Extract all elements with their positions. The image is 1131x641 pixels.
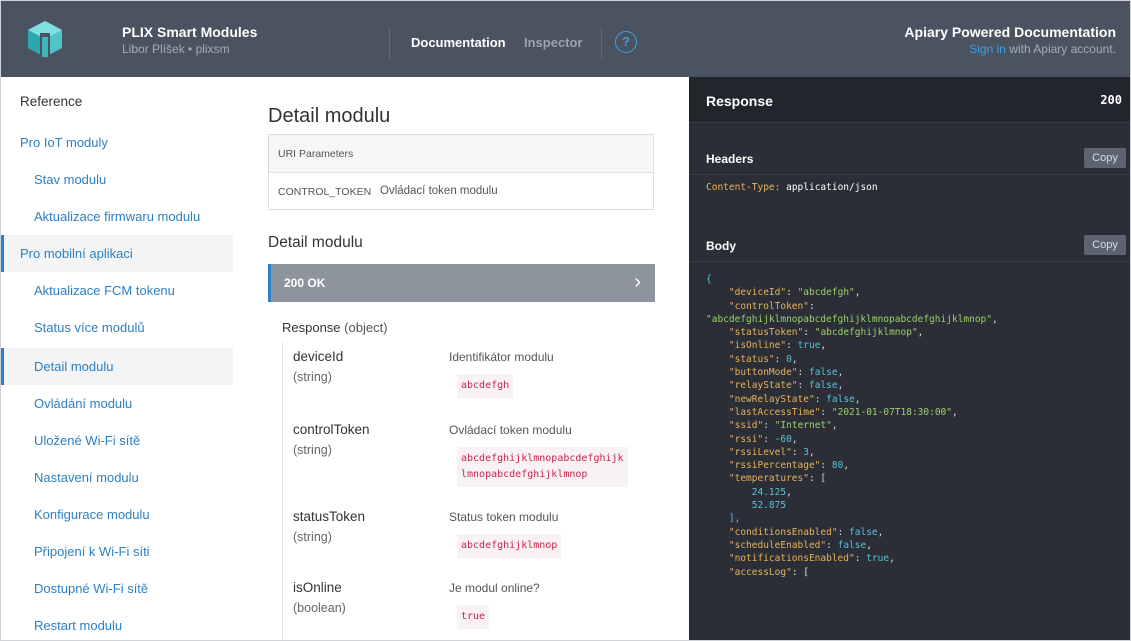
nav-inspector[interactable]: Inspector xyxy=(524,35,583,50)
attribute-type: (string) xyxy=(293,443,332,457)
code-line: "temperatures": [ xyxy=(728,473,827,485)
uri-parameters-heading: URI Parameters xyxy=(269,135,653,173)
attribute-sample-value: abcdefghijklmnop xyxy=(457,534,562,558)
attribute-name: statusToken xyxy=(293,509,366,524)
attribute-desc: Status token modulu xyxy=(449,510,559,524)
attribute-desc: Je modul online? xyxy=(449,581,540,595)
code-line: "rssiLevel": 3, xyxy=(728,446,815,458)
response-panel-header: Response 200 xyxy=(689,77,1130,123)
attribute-name: controlToken xyxy=(293,422,370,437)
app-window: PLIX Smart Modules Libor Plíšek • plixsm… xyxy=(0,0,1131,641)
headers-section-header: Headers Copy xyxy=(689,139,1130,175)
attributes-guide-line xyxy=(282,342,283,640)
code-line: "isOnline": true, xyxy=(728,340,827,352)
attribute-sample-value: abcdefghijklmnopabcdefghijk lmnopabcdefgh… xyxy=(457,447,628,487)
sidebar-item-aktualizace-firmwaru[interactable]: Aktualizace firmwaru modulu xyxy=(1,198,233,235)
sidebar-group-iot[interactable]: Pro IoT moduly xyxy=(1,124,233,161)
response-header-line: Content-Type: application/json xyxy=(706,182,878,193)
app-title: PLIX Smart Modules xyxy=(122,24,258,40)
uri-parameters-table: URI Parameters CONTROL_TOKEN Ovládací to… xyxy=(268,134,654,210)
sidebar: Reference Pro IoT moduly Stav modulu Akt… xyxy=(1,77,233,640)
action-title: Detail modulu xyxy=(268,234,363,251)
code-line: "rssiPercentage": 80, xyxy=(728,460,850,472)
attribute-name: isOnline xyxy=(293,580,342,595)
attribute-desc: Ovládací token modulu xyxy=(449,423,572,437)
code-line: "rssi": -60, xyxy=(728,433,798,445)
attribute-desc: Identifikátor modulu xyxy=(449,350,554,364)
signin-text: Sign in with Apiary account. xyxy=(969,42,1116,56)
powered-by-label: Apiary Powered Documentation xyxy=(904,24,1116,40)
code-line: { xyxy=(706,274,712,285)
sidebar-item-fcm-token[interactable]: Aktualizace FCM tokenu xyxy=(1,272,233,309)
response-status-code: 200 xyxy=(1100,93,1122,107)
code-line: "status": 0, xyxy=(728,353,798,365)
sidebar-item-status-vice-modulu[interactable]: Status více modulů xyxy=(1,309,233,346)
page-title: Detail modulu xyxy=(268,105,391,127)
code-line: "scheduleEnabled": false, xyxy=(728,539,872,551)
signin-rest: with Apiary account. xyxy=(1005,42,1116,56)
attribute-sample-value: abcdefgh xyxy=(457,374,514,398)
sidebar-item-nastaveni-modulu[interactable]: Nastavení modulu xyxy=(1,459,233,496)
code-line: "newRelayState": false, xyxy=(728,393,861,405)
plix-logo-icon xyxy=(28,21,62,57)
sidebar-item-ovladani-modulu[interactable]: Ovládání modulu xyxy=(1,385,233,422)
sidebar-item-pripojeni-wifi[interactable]: Připojení k Wi-Fi síti xyxy=(1,533,233,570)
code-line: ], xyxy=(706,513,741,525)
chevron-right-icon: › xyxy=(634,271,641,293)
code-line: "deviceId": "abcdefgh", xyxy=(728,287,861,299)
headers-title: Headers xyxy=(706,152,754,166)
attribute-type: (string) xyxy=(293,370,332,384)
sidebar-item-detail-modulu[interactable]: Detail modulu xyxy=(1,348,233,385)
code-line: 52.875 xyxy=(751,500,787,512)
signin-link[interactable]: Sign in xyxy=(969,42,1006,56)
attribute-name: deviceId xyxy=(293,349,344,364)
response-panel: Response 200 Headers Copy Content-Type: … xyxy=(689,77,1130,640)
code-line: "statusToken": "abcdefghijklmnop", xyxy=(728,327,924,339)
main-content: Detail modulu URI Parameters CONTROL_TOK… xyxy=(233,77,689,640)
code-line: "buttonMode": false, xyxy=(728,367,844,379)
sidebar-group-mobile[interactable]: Pro mobilní aplikaci xyxy=(1,235,233,272)
response-body-code: { "deviceId": "abcdefgh", "controlToken"… xyxy=(706,273,998,579)
sidebar-item-konfigurace-modulu[interactable]: Konfigurace modulu xyxy=(1,496,233,533)
sidebar-item-restart-modulu[interactable]: Restart modulu xyxy=(1,607,233,640)
attribute-type: (boolean) xyxy=(293,601,346,615)
nav-documentation[interactable]: Documentation xyxy=(411,35,506,50)
body-title: Body xyxy=(706,239,736,253)
response-status-toggle[interactable]: 200 OK › xyxy=(268,264,655,302)
code-line: "relayState": false, xyxy=(728,380,844,392)
code-line: "conditionsEnabled": false, xyxy=(728,526,884,538)
help-icon[interactable]: ? xyxy=(615,31,637,53)
top-header: PLIX Smart Modules Libor Plíšek • plixsm… xyxy=(1,1,1130,77)
code-line: "abcdefghijklmnopabcdefghijklmnopabcdefg… xyxy=(706,313,998,325)
sidebar-item-dostupne-wifi[interactable]: Dostupné Wi-Fi sítě xyxy=(1,570,233,607)
status-label: 200 OK xyxy=(284,276,326,290)
sidebar-heading-reference: Reference xyxy=(20,94,83,109)
code-line: 24.125, xyxy=(751,486,792,498)
uri-param-name: CONTROL_TOKEN xyxy=(278,186,372,198)
attribute-sample-value: true xyxy=(457,605,490,629)
app-subtitle: Libor Plíšek • plixsm xyxy=(122,42,230,56)
copy-headers-button[interactable]: Copy xyxy=(1084,148,1126,168)
sidebar-item-ulozene-wifi[interactable]: Uložené Wi-Fi sítě xyxy=(1,422,233,459)
sidebar-item-stav-modulu[interactable]: Stav modulu xyxy=(1,161,233,198)
header-divider xyxy=(389,27,390,59)
code-line: "notificationsEnabled": true, xyxy=(728,553,895,565)
response-object-title: Response (object) xyxy=(282,320,388,335)
code-line: "accessLog": [ xyxy=(728,566,809,578)
uri-param-desc: Ovládací token modulu xyxy=(380,185,498,197)
body-section-header: Body Copy xyxy=(689,226,1130,262)
code-line: "lastAccessTime": "2021-01-07T18:30:00", xyxy=(728,406,958,418)
header-divider xyxy=(601,27,602,59)
copy-body-button[interactable]: Copy xyxy=(1084,235,1126,255)
code-line: "ssid": "Internet", xyxy=(728,420,838,432)
attribute-type: (string) xyxy=(293,530,332,544)
code-line: "controlToken": xyxy=(728,300,815,312)
response-panel-title: Response xyxy=(706,93,773,109)
